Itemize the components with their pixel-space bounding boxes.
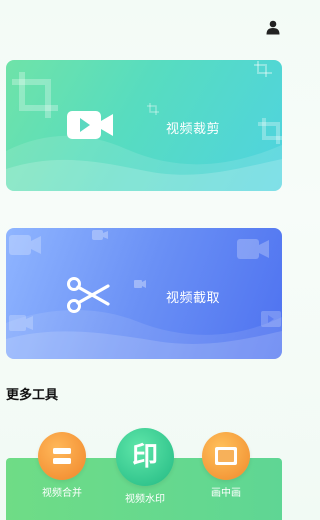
wave-decoration [6,309,282,359]
picture-in-picture-icon [202,432,250,480]
tool-picture-in-picture-label: 画中画 [211,488,241,499]
crop-decoration-icon [12,72,58,118]
more-tools-title: 更多工具 [6,388,59,403]
crop-decoration-icon [147,103,159,115]
video-decoration-icon [134,280,146,288]
video-decoration-icon [9,235,41,255]
tool-picture-in-picture[interactable]: 画中画 [200,432,252,499]
tool-video-merge[interactable]: 视频合并 [36,432,88,499]
wave-decoration [6,135,282,191]
video-crop-card[interactable]: 视频裁剪 [6,60,282,191]
crop-decoration-icon [254,61,272,77]
video-decoration-icon [92,230,108,240]
video-camera-icon [66,110,114,144]
tool-video-watermark[interactable]: 印 视频水印 [114,428,176,505]
user-icon [266,20,280,34]
user-profile-button[interactable] [264,18,282,36]
video-crop-label: 视频裁剪 [166,122,221,137]
tool-video-watermark-label: 视频水印 [125,494,165,505]
watermark-icon: 印 [116,428,174,486]
scissors-icon [66,276,110,318]
video-cut-card[interactable]: 视频截取 [6,228,282,359]
video-decoration-icon [237,239,269,259]
video-cut-label: 视频截取 [166,291,221,306]
tool-video-merge-label: 视频合并 [42,488,82,499]
merge-icon [38,432,86,480]
watermark-glyph: 印 [131,442,158,472]
